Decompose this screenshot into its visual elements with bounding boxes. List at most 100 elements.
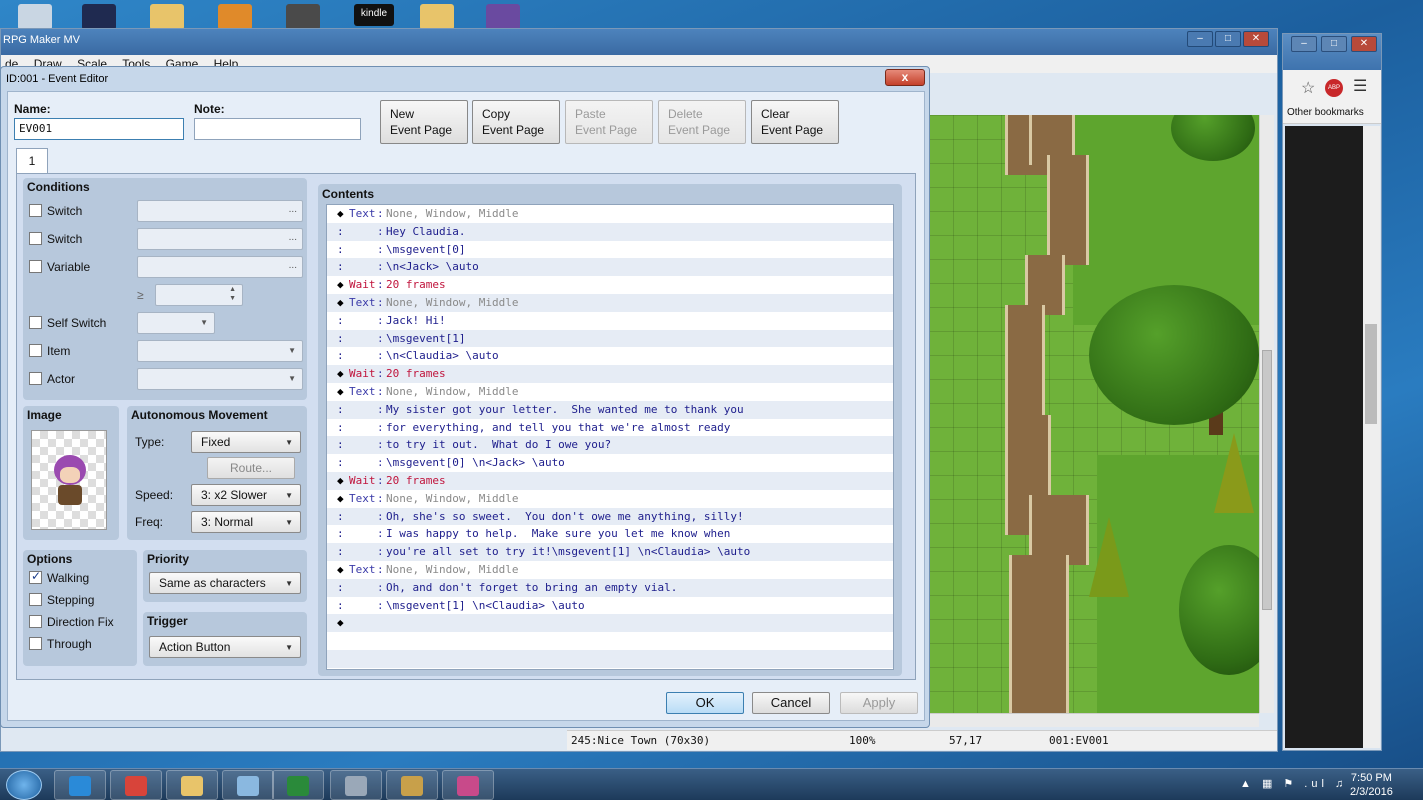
command-row[interactable]: :: \n<Claudia> \auto xyxy=(327,347,893,365)
command-row[interactable]: ◆ Text: None, Window, Middle xyxy=(327,383,893,401)
self-switch-checkbox[interactable] xyxy=(29,316,42,329)
recycle-bin-icon[interactable] xyxy=(18,4,52,30)
taskbar-button[interactable] xyxy=(442,770,494,800)
browser-window[interactable]: – □ ✕ ☆ ABP ☰ Other bookmarks xyxy=(1282,33,1382,751)
taskbar-button[interactable] xyxy=(166,770,218,800)
browser-titlebar[interactable]: – □ ✕ xyxy=(1283,34,1381,70)
command-row[interactable]: ◆ xyxy=(327,614,893,633)
taskbar-button[interactable] xyxy=(222,770,274,800)
character-icon[interactable] xyxy=(486,4,520,30)
paste-event-page-button[interactable]: Paste Event Page xyxy=(565,100,653,144)
command-row[interactable]: ◆ Text: None, Window, Middle xyxy=(327,561,893,579)
actor-select[interactable]: ▼ xyxy=(137,368,303,390)
switch1-checkbox[interactable] xyxy=(29,204,42,217)
copy-event-page-button[interactable]: Copy Event Page xyxy=(472,100,560,144)
map-canvas[interactable] xyxy=(929,115,1259,713)
priority-select[interactable]: Same as characters ▼ xyxy=(149,572,301,594)
direction-fix-checkbox[interactable] xyxy=(29,615,42,628)
folder-2-icon[interactable] xyxy=(420,4,454,30)
command-row[interactable]: :: you're all set to try it!\msgevent[1] … xyxy=(327,543,893,561)
fox-app-icon[interactable] xyxy=(218,4,252,30)
cancel-button[interactable]: Cancel xyxy=(752,692,830,714)
command-row[interactable]: :: \msgevent[0] \n<Jack> \auto xyxy=(327,454,893,472)
command-row[interactable]: :: \msgevent[0] xyxy=(327,241,893,259)
freq-select[interactable]: 3: Normal ▼ xyxy=(191,511,301,533)
maximize-icon[interactable]: □ xyxy=(1321,36,1347,52)
taskbar-button[interactable] xyxy=(54,770,106,800)
bookmarks-bar[interactable]: Other bookmarks xyxy=(1283,104,1381,124)
switch1-field[interactable]: ... xyxy=(137,200,303,222)
command-row[interactable]: ◆ Wait:20 frames xyxy=(327,276,893,294)
speed-select[interactable]: 3: x2 Slower ▼ xyxy=(191,484,301,506)
delete-event-page-button[interactable]: Delete Event Page xyxy=(658,100,746,144)
minimize-icon[interactable]: – xyxy=(1291,36,1317,52)
variable-field[interactable]: ... xyxy=(137,256,303,278)
start-button[interactable] xyxy=(6,770,42,800)
command-row[interactable]: :: \msgevent[1] xyxy=(327,329,893,348)
stepping-checkbox[interactable] xyxy=(29,593,42,606)
menu-icon[interactable]: ☰ xyxy=(1353,76,1367,96)
command-row[interactable]: :: Oh, and don't forget to bring an empty… xyxy=(327,578,893,597)
command-row[interactable]: :: Jack! Hi! xyxy=(327,312,893,330)
route-button[interactable]: Route... xyxy=(207,457,295,479)
command-row[interactable]: :: \n<Jack> \auto xyxy=(327,258,893,277)
map-vertical-scrollbar[interactable] xyxy=(1259,115,1274,713)
command-row[interactable]: :: My sister got your letter. She wanted … xyxy=(327,400,893,419)
close-button[interactable]: x xyxy=(885,69,925,86)
apply-button[interactable]: Apply xyxy=(840,692,918,714)
command-row[interactable]: :: for everything, and tell you that we'r… xyxy=(327,419,893,437)
through-checkbox[interactable] xyxy=(29,637,42,650)
item-checkbox[interactable] xyxy=(29,344,42,357)
new-event-page-button[interactable]: New Event Page xyxy=(380,100,468,144)
movement-type-select[interactable]: Fixed ▼ xyxy=(191,431,301,453)
browser-scroll-thumb[interactable] xyxy=(1365,324,1377,424)
command-row[interactable]: :: to try it out. What do I owe you? xyxy=(327,436,893,455)
taskbar-button[interactable] xyxy=(386,770,438,800)
game-shortcut-icon[interactable] xyxy=(286,4,320,30)
rpg-titlebar[interactable]: RPG Maker MV – □ ✕ xyxy=(1,29,1277,55)
item-select[interactable]: ▼ xyxy=(137,340,303,362)
command-row[interactable]: :: Oh, she's so sweet. You don't owe me a… xyxy=(327,507,893,526)
command-row[interactable]: ◆ Wait:20 frames xyxy=(327,471,893,490)
browser-scrollbar[interactable] xyxy=(1363,126,1380,748)
taskbar-button[interactable] xyxy=(110,770,162,800)
command-row[interactable]: ◆ Text: None, Window, Middle xyxy=(327,293,893,312)
league-of-legends-icon[interactable] xyxy=(82,4,116,30)
ok-button[interactable]: OK xyxy=(666,692,744,714)
command-list[interactable]: ◆ Text: None, Window, Middle:: Hey Claudia.… xyxy=(326,204,894,670)
kindle-icon[interactable]: kindle xyxy=(354,4,394,26)
switch2-checkbox[interactable] xyxy=(29,232,42,245)
note-input[interactable] xyxy=(194,118,361,140)
folder-icon[interactable] xyxy=(150,4,184,30)
tab-page-1[interactable]: 1 xyxy=(16,148,48,174)
command-row[interactable]: ◆ Text: None, Window, Middle xyxy=(327,490,893,508)
map-scroll-thumb[interactable] xyxy=(1262,350,1272,610)
command-row[interactable] xyxy=(327,649,893,668)
command-row[interactable] xyxy=(327,632,893,650)
taskbar-button[interactable] xyxy=(330,770,382,800)
close-icon[interactable]: ✕ xyxy=(1243,31,1269,47)
walking-checkbox[interactable] xyxy=(29,569,42,584)
close-icon[interactable]: ✕ xyxy=(1351,36,1377,52)
command-row[interactable]: :: Hey Claudia. xyxy=(327,222,893,241)
taskbar-button[interactable] xyxy=(272,770,324,800)
trigger-select[interactable]: Action Button ▼ xyxy=(149,636,301,658)
self-switch-select[interactable]: ▼ xyxy=(137,312,215,334)
star-icon[interactable]: ☆ xyxy=(1301,78,1315,98)
stepper-up-icon[interactable]: ▲ xyxy=(229,286,236,293)
command-row[interactable]: ◆ Wait:20 frames xyxy=(327,365,893,383)
minimize-icon[interactable]: – xyxy=(1187,31,1213,47)
command-row[interactable]: :: \msgevent[1] \n<Claudia> \auto xyxy=(327,597,893,615)
maximize-icon[interactable]: □ xyxy=(1215,31,1241,47)
switch2-field[interactable]: ... xyxy=(137,228,303,250)
adblock-icon[interactable]: ABP xyxy=(1325,79,1343,97)
event-image[interactable] xyxy=(31,430,107,530)
command-row[interactable]: ◆ Text: None, Window, Middle xyxy=(327,205,893,223)
variable-value-stepper[interactable]: ▲ ▼ xyxy=(155,284,243,306)
map-horizontal-scrollbar[interactable] xyxy=(929,713,1259,727)
name-input[interactable]: EV001 xyxy=(14,118,184,140)
clear-event-page-button[interactable]: Clear Event Page xyxy=(751,100,839,144)
stepper-down-icon[interactable]: ▼ xyxy=(229,295,236,302)
system-tray[interactable]: ▲ ▦ ⚑ .ul ♫ xyxy=(1240,777,1347,790)
variable-checkbox[interactable] xyxy=(29,260,42,273)
